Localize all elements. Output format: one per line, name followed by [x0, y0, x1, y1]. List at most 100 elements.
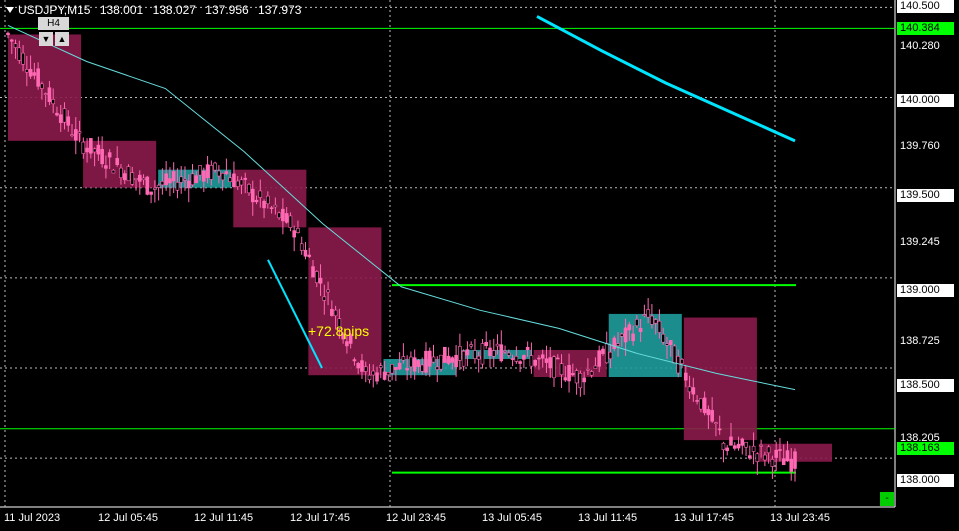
candle-body [107, 152, 112, 158]
candle-body [699, 398, 703, 410]
candle-body [73, 129, 78, 141]
candle-body [224, 171, 229, 174]
candle-body [571, 373, 575, 376]
htf-candle [683, 317, 757, 441]
candle-body [115, 158, 120, 165]
candle-body [160, 181, 165, 186]
symbol-label: USDJPY,M15 [18, 3, 91, 17]
time-label: 13 Jul 23:45 [770, 512, 830, 524]
candle-body [330, 308, 334, 316]
candle-body [77, 131, 82, 134]
candle-body [269, 207, 274, 209]
candle-body [461, 350, 466, 367]
candle-body [582, 377, 586, 383]
timeframe-down-button[interactable]: ▼ [39, 32, 53, 46]
candle-body [604, 343, 609, 364]
candle-body [303, 249, 308, 257]
candle-body [21, 52, 25, 65]
candle-body [544, 358, 549, 363]
candle-body [518, 361, 522, 364]
candle-body [495, 343, 500, 347]
time-label: 12 Jul 17:45 [290, 512, 350, 524]
candle-body [198, 165, 202, 176]
candle-body [356, 363, 360, 369]
candle-body [702, 397, 707, 414]
candle-body [62, 108, 67, 123]
candle-body [405, 367, 409, 371]
candle-body [635, 319, 639, 326]
candle-body [141, 177, 146, 181]
candle-body [612, 337, 617, 349]
candle-body [439, 354, 443, 370]
candle-body [529, 355, 534, 367]
candle-body [480, 343, 485, 365]
candle-body [322, 296, 327, 301]
candle-body [642, 314, 647, 316]
candle-body [378, 365, 383, 368]
candle-body [299, 243, 304, 251]
candle-body [744, 441, 748, 448]
dropdown-triangle-icon[interactable] [6, 7, 14, 13]
candle-body [559, 363, 564, 375]
moving-average-fast [536, 15, 796, 143]
candle-body [680, 359, 684, 364]
candle-body [28, 68, 33, 77]
candle-body [292, 230, 296, 238]
candle-body [623, 327, 628, 343]
candle-body [9, 39, 14, 42]
candle-body [194, 175, 199, 184]
candle-body [175, 182, 180, 191]
open-price: 138.001 [99, 3, 144, 17]
time-label: 11 Jul 2023 [4, 512, 61, 524]
price-label: 138.725 [897, 335, 954, 348]
candle-body [36, 68, 40, 87]
price-label: 139.500 [897, 189, 954, 202]
price-label: 138.500 [897, 379, 954, 392]
candle-body [318, 277, 323, 284]
candle-body [484, 342, 489, 347]
candle-body [695, 400, 699, 402]
candle-body [273, 204, 278, 208]
candle-body [17, 47, 22, 61]
candle-body [597, 350, 601, 367]
candle-body [32, 72, 37, 76]
candle-body [473, 350, 477, 359]
candle-body [424, 350, 428, 373]
htf-candle [308, 227, 382, 376]
candle-body [92, 148, 97, 153]
price-chart[interactable] [0, 0, 959, 531]
price-label: 139.245 [897, 236, 954, 249]
chart-shift-button[interactable]: - [880, 492, 894, 506]
price-label: 140.280 [897, 40, 954, 53]
candle-body [58, 114, 63, 123]
candle-body [363, 366, 368, 372]
candle-body [552, 356, 556, 379]
candle-body [130, 172, 135, 185]
candle-body [563, 377, 568, 381]
candle-body [119, 167, 123, 178]
candle-body [676, 356, 681, 374]
candle-body [134, 178, 138, 180]
candle-body [721, 442, 726, 451]
candle-body [789, 458, 794, 472]
candle-body [375, 372, 379, 382]
candle-body [145, 176, 150, 195]
candle-body [627, 324, 632, 331]
candle-body [70, 134, 74, 137]
candle-body [81, 141, 86, 154]
candle-body [507, 352, 511, 356]
timeframe-up-button[interactable]: ▲ [55, 32, 69, 46]
price-line-label: 140.384 [897, 22, 954, 35]
candle-body [450, 357, 455, 363]
candle-body [186, 180, 191, 189]
candle-body [510, 358, 515, 360]
candle-body [126, 166, 131, 182]
candle-body [672, 345, 677, 364]
candle-body [277, 212, 281, 219]
symbol-header: USDJPY,M15 138.001 138.027 137.956 137.9… [3, 3, 301, 17]
candle-body [537, 357, 541, 360]
candle-body [258, 190, 263, 198]
candle-body [149, 191, 153, 195]
candle-body [202, 170, 206, 182]
close-price: 137.973 [258, 3, 302, 17]
